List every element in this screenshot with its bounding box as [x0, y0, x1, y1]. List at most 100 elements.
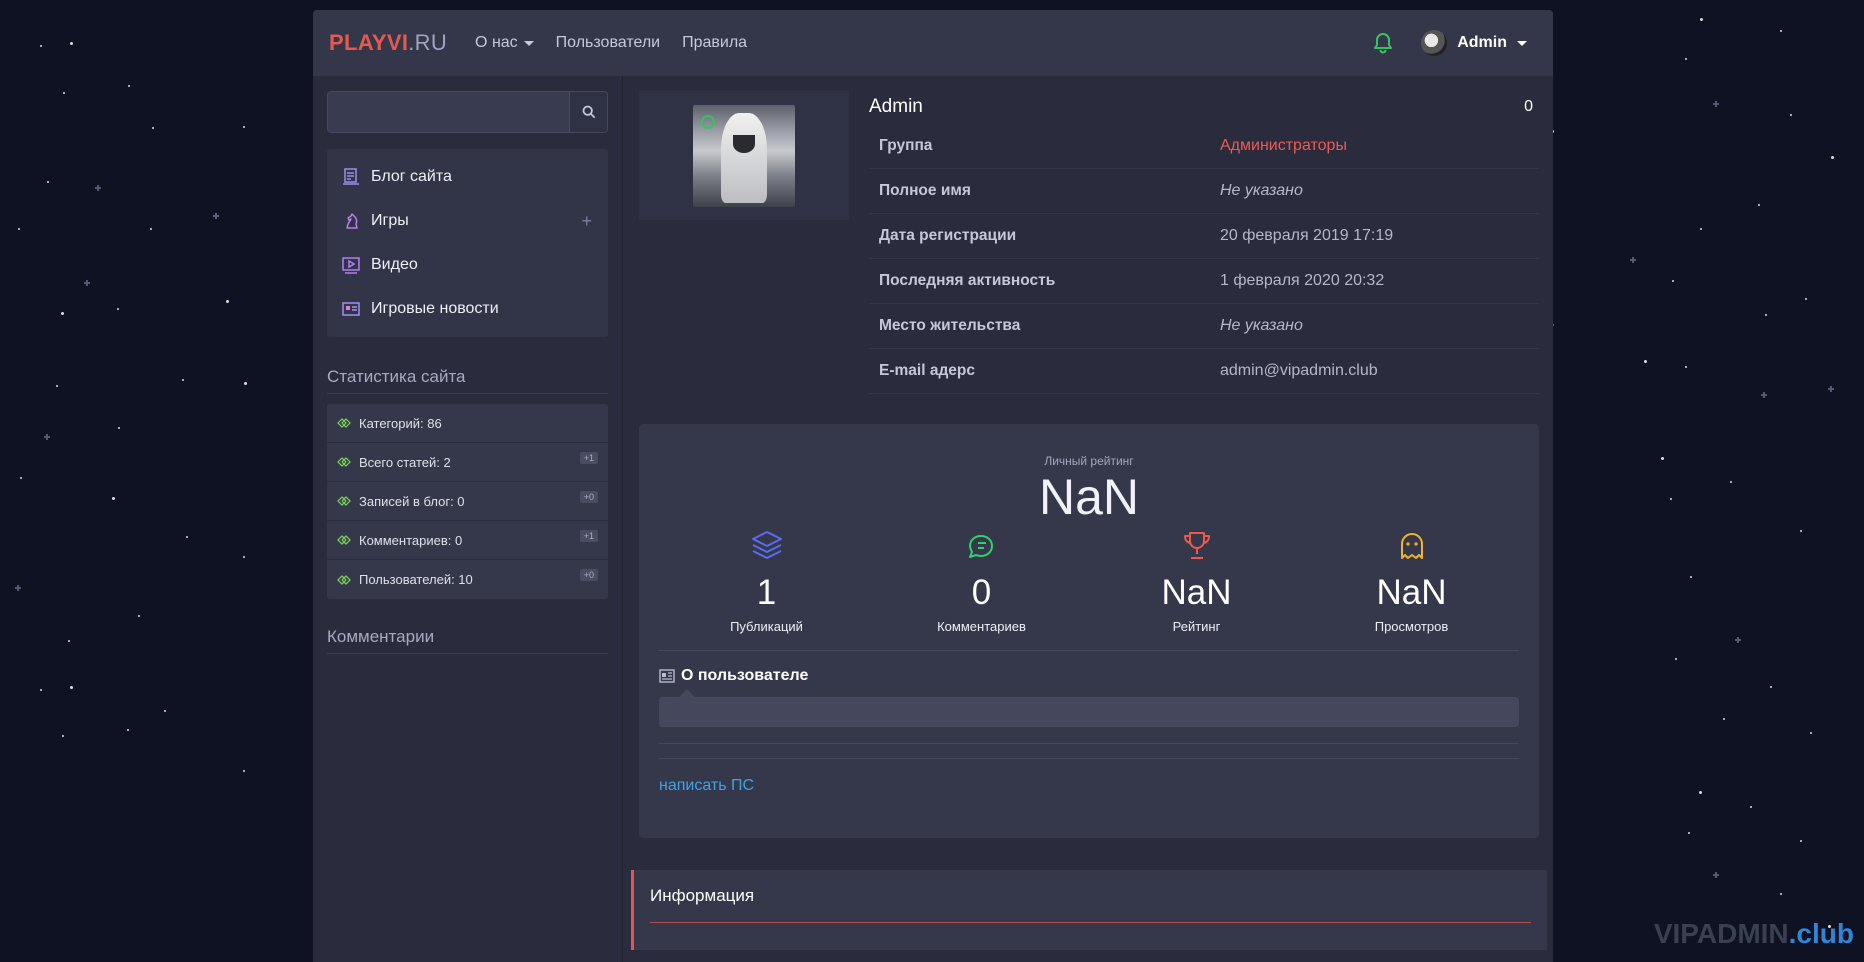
field-value: 20 февраля 2019 17:19 [1220, 227, 1394, 244]
star [1800, 840, 1802, 842]
star [1723, 717, 1725, 720]
star [1730, 481, 1732, 484]
star [70, 42, 73, 45]
nav-rules[interactable]: Правила [682, 34, 747, 52]
star [1765, 314, 1767, 317]
star [1810, 732, 1812, 734]
user-menu[interactable]: Admin [1421, 30, 1527, 56]
layers-icon [751, 531, 782, 559]
metric-publications: 1 Публикаций [659, 528, 874, 634]
star [1688, 831, 1690, 834]
star [1805, 297, 1807, 300]
star [1685, 366, 1687, 368]
about-title: О пользователе [681, 667, 809, 684]
star [164, 710, 166, 712]
star [1790, 114, 1792, 116]
star [243, 126, 245, 128]
star [70, 686, 73, 689]
search-form [327, 91, 608, 133]
divider [659, 650, 1519, 651]
profile-field-email: E-mail адерс admin@vipadmin.club [869, 349, 1539, 394]
profile-photo[interactable] [693, 105, 795, 207]
metric-caption: Комментариев [937, 619, 1026, 634]
field-value[interactable]: Администраторы [1220, 137, 1347, 155]
diamond-icon [337, 496, 351, 506]
chess-knight-icon [346, 213, 358, 229]
stats-label: Всего статей: 2 [359, 454, 451, 470]
metric-value: 0 [971, 573, 992, 612]
star [1800, 530, 1802, 533]
expand-plus-icon[interactable]: + [581, 211, 592, 232]
logo-main-text: PLAYVI [329, 30, 409, 55]
profile-field-registered: Дата регистрации 20 февраля 2019 17:19 [869, 214, 1539, 259]
star [1700, 18, 1703, 21]
stats-row: Комментариев: 0 +1 [327, 521, 608, 560]
search-input[interactable] [328, 92, 569, 132]
site-logo[interactable]: PLAYVI.RU [329, 30, 447, 56]
nav-users[interactable]: Пользователи [556, 34, 660, 52]
search-button[interactable] [569, 92, 607, 132]
search-icon [582, 105, 595, 119]
metric-rating: NaN Рейтинг [1089, 528, 1304, 634]
profile-card: Admin 0 Группа Администраторы Полное имя Н… [639, 90, 1539, 394]
menu-item-video[interactable]: Видео [327, 243, 608, 287]
profile-info: Admin 0 Группа Администраторы Полное имя Н… [869, 90, 1539, 394]
stats-badge: +0 [579, 491, 598, 503]
menu-item-game-news[interactable]: Игровые новости [327, 287, 608, 331]
avatar [1421, 30, 1448, 56]
stats-badge: +1 [579, 530, 598, 542]
stats-badge: +0 [579, 569, 598, 581]
metric-caption: Рейтинг [1172, 619, 1221, 634]
field-key: Группа [879, 137, 933, 154]
user-name: Admin [1457, 34, 1507, 51]
star [63, 92, 65, 94]
rating-label: Личный рейтинг [1044, 454, 1134, 468]
photo-figure [721, 113, 767, 203]
about-heading: О пользователе [659, 667, 1519, 685]
menu-item-label: Видео [371, 256, 418, 273]
star [47, 181, 49, 183]
video-icon [342, 257, 360, 274]
nav-users-label: Пользователи [555, 34, 661, 51]
stats-label: Записей в блог: 0 [359, 493, 465, 509]
profile-name: Admin [869, 96, 923, 117]
star [1700, 228, 1702, 230]
comments-icon [968, 535, 993, 558]
star [127, 729, 129, 731]
field-key: E-mail адерс [879, 362, 975, 379]
star [40, 45, 42, 47]
profile-field-group: Группа Администраторы [869, 124, 1539, 169]
profile-head: Admin 0 [869, 90, 1539, 124]
stats-badge: +1 [579, 452, 598, 464]
stats-row: Пользователей: 10 +0 [327, 560, 608, 599]
photo-face [733, 135, 755, 153]
watermark-text: VIPADMIN [1653, 918, 1789, 949]
main-nav: О нас Пользователи Правила [475, 34, 747, 52]
star [1670, 498, 1672, 500]
profile-avatar-box [639, 90, 849, 220]
send-private-message-link[interactable]: написать ПС [659, 777, 1519, 795]
star [1770, 686, 1772, 689]
nav-about[interactable]: О нас [475, 34, 534, 52]
rating-value: NaN [1038, 469, 1140, 525]
menu-item-label: Блог сайта [371, 168, 452, 185]
metric-comments: 0 Комментариев [874, 528, 1089, 634]
header-right: Admin [1371, 10, 1527, 76]
bell-icon[interactable] [1371, 31, 1395, 55]
metric-value: NaN [1376, 573, 1447, 612]
diamond-icon [337, 457, 351, 467]
star [112, 497, 115, 500]
stats-list: Категорий: 86 Всего статей: 2 +1 Записей … [327, 404, 608, 599]
comments-title: Комментарии [327, 627, 608, 654]
star [56, 385, 58, 387]
star [182, 379, 184, 381]
star [1761, 392, 1767, 399]
star [68, 640, 70, 642]
diamond-icon [337, 535, 351, 545]
menu-item-blog[interactable]: Блог сайта [327, 155, 608, 199]
star [118, 427, 120, 429]
newspaper-icon [659, 669, 675, 683]
diamond-icon [337, 574, 351, 585]
menu-item-games[interactable]: Игры + [327, 199, 608, 243]
star [1672, 279, 1674, 282]
